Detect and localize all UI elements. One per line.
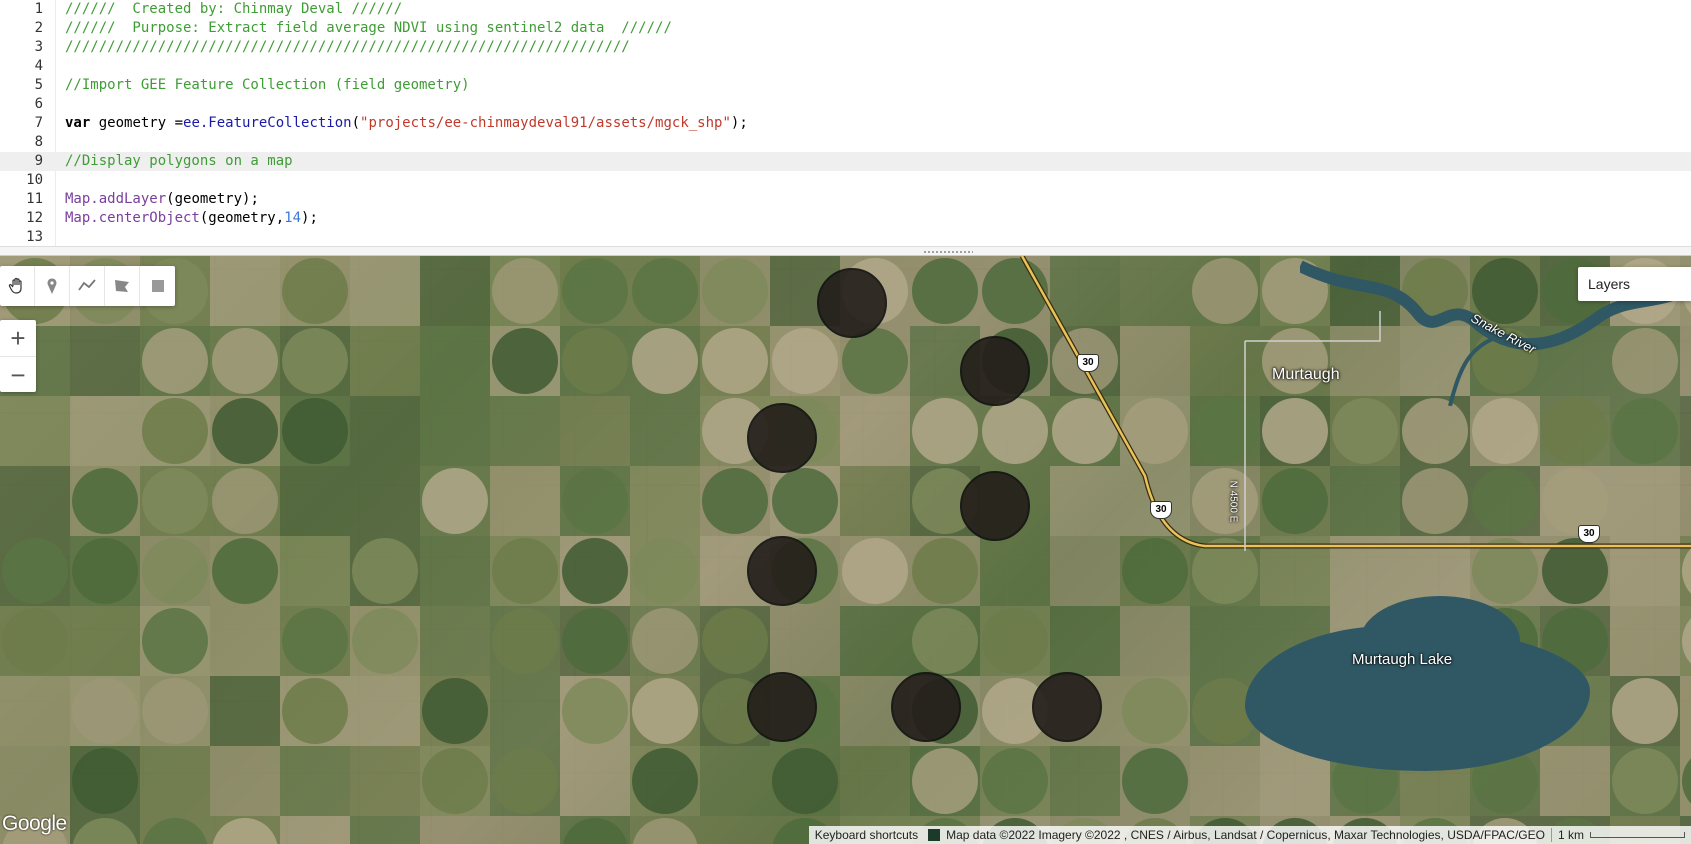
code-token: Map.centerObject (65, 210, 200, 226)
drawing-toolbar (0, 266, 175, 306)
code-line[interactable]: 9 //Display polygons on a map (0, 152, 1691, 171)
code-token: ////// Purpose: Extract field average ND… (65, 20, 672, 36)
route-shield: 30 (1578, 525, 1600, 543)
line-number: 7 (34, 115, 43, 131)
code-line[interactable]: 10 (0, 171, 1691, 190)
code-token: ); (730, 115, 748, 131)
imagery-swatch-icon (928, 829, 941, 841)
code-token: 14 (284, 210, 302, 226)
rectangle-icon[interactable] (140, 266, 175, 306)
code-token: Map.addLayer (65, 191, 167, 207)
resize-grip-icon[interactable] (923, 250, 973, 254)
map-data-text: Map data ©2022 Imagery ©2022 , CNES / Ai… (946, 828, 1545, 842)
code-token: //Import GEE Feature Collection (field g… (65, 77, 470, 93)
code-text[interactable]: ////// Created by: Chinmay Deval ////// (65, 0, 402, 19)
code-line[interactable]: 11 Map.addLayer(geometry); (0, 190, 1691, 209)
line-icon[interactable] (70, 266, 105, 306)
code-token: (geometry); (166, 191, 259, 207)
hand-icon[interactable] (0, 266, 35, 306)
code-token: "projects/ee-chinmaydeval91/assets/mgck_… (360, 115, 731, 131)
code-line[interactable]: 7 var geometry =ee.FeatureCollection("pro… (0, 114, 1691, 133)
code-line[interactable]: 12 Map.centerObject(geometry,14); (0, 209, 1691, 228)
code-token: var (65, 115, 91, 131)
code-token: ////// Created by: Chinmay Deval ////// (65, 1, 403, 17)
marker-icon[interactable] (35, 266, 70, 306)
line-number: 8 (34, 134, 43, 150)
code-token: (geometry, (199, 210, 285, 226)
code-editor[interactable]: 1 ////// Created by: Chinmay Deval //////… (0, 0, 1691, 246)
code-text[interactable]: Map.addLayer(geometry); (65, 190, 259, 209)
code-token: ( (351, 115, 361, 131)
code-line[interactable]: 8 (0, 133, 1691, 152)
line-number: 10 (26, 172, 43, 188)
code-text[interactable]: Map.centerObject(geometry,14); (65, 209, 318, 228)
code-line[interactable]: 3 ///////////////////////////////////////… (0, 38, 1691, 57)
code-text[interactable]: ////// Purpose: Extract field average ND… (65, 19, 672, 38)
code-text[interactable]: ////////////////////////////////////////… (65, 38, 630, 57)
code-token: geometry = (90, 115, 184, 131)
line-number: 5 (34, 77, 43, 93)
code-line[interactable]: 4 (0, 57, 1691, 76)
lake-label: Murtaugh Lake (1352, 651, 1453, 668)
panel-resize-handle[interactable] (0, 246, 1691, 256)
code-line[interactable]: 5 //Import GEE Feature Collection (field … (0, 76, 1691, 95)
map-view[interactable]: Murtaugh Murtaugh Lake Snake River N 450… (0, 256, 1691, 844)
road-network (1019, 256, 1691, 551)
code-line[interactable]: 2 ////// Purpose: Extract field average N… (0, 19, 1691, 38)
code-token: //Display polygons on a map (65, 153, 293, 169)
code-line[interactable]: 1 ////// Created by: Chinmay Deval ////// (0, 0, 1691, 19)
field-polygon (960, 336, 1030, 406)
line-number: 11 (26, 191, 43, 207)
code-token: ////////////////////////////////////////… (65, 39, 630, 55)
field-polygon (891, 672, 961, 742)
map-attribution: Keyboard shortcuts Map data ©2022 Imager… (808, 826, 1691, 844)
layers-button[interactable]: Layers (1578, 267, 1691, 301)
field-polygon (1032, 672, 1102, 742)
line-number: 3 (34, 39, 43, 55)
zoom-out-button[interactable]: − (0, 356, 36, 392)
line-number: 2 (34, 20, 43, 36)
line-number: 4 (34, 58, 43, 74)
line-number: 12 (26, 210, 43, 226)
field-polygon (960, 471, 1030, 541)
code-text[interactable]: var geometry =ee.FeatureCollection("proj… (65, 114, 748, 133)
scale-bar[interactable] (1590, 832, 1685, 838)
google-logo: Google (2, 812, 67, 835)
code-token: ee.FeatureCollection (183, 115, 352, 131)
code-token: ); (301, 210, 318, 226)
route-shield: 30 (1077, 354, 1099, 372)
route-shield: 30 (1150, 501, 1172, 519)
zoom-control: + − (0, 320, 36, 392)
field-polygon (747, 672, 817, 742)
line-number: 13 (26, 229, 43, 245)
code-text[interactable]: //Import GEE Feature Collection (field g… (65, 76, 470, 95)
code-line[interactable]: 13 (0, 228, 1691, 246)
town-label: Murtaugh (1272, 366, 1340, 383)
line-number: 6 (34, 96, 43, 112)
polygon-icon[interactable] (105, 266, 140, 306)
field-polygon (747, 536, 817, 606)
road-label: N 4500 E (1227, 480, 1239, 523)
code-line[interactable]: 6 (0, 95, 1691, 114)
scale-label[interactable]: 1 km (1552, 826, 1590, 844)
field-polygon (817, 268, 887, 338)
field-polygon (747, 403, 817, 473)
zoom-in-button[interactable]: + (0, 320, 36, 356)
line-number: 1 (34, 1, 43, 17)
line-number: 9 (34, 153, 43, 169)
code-text[interactable]: //Display polygons on a map (65, 152, 293, 171)
keyboard-shortcuts-link[interactable]: Keyboard shortcuts (809, 826, 924, 844)
